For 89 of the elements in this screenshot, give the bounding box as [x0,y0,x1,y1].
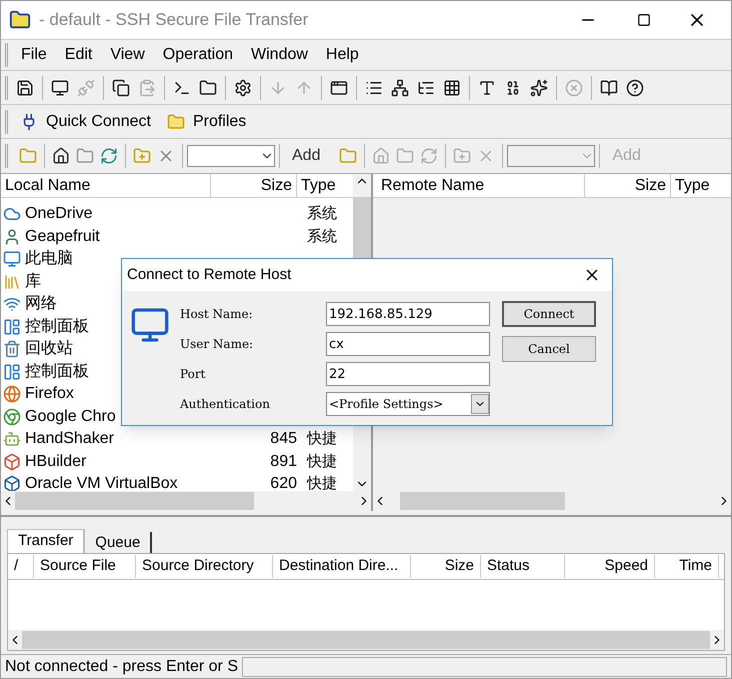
input-field[interactable]: 192.168.85.129 [326,302,490,326]
horizontal-scrollbar[interactable] [8,630,724,650]
menu-item[interactable]: File [12,43,56,67]
maximize-icon[interactable] [637,13,651,27]
file-size: 620 [270,474,297,491]
file-name[interactable]: 此电脑 [25,247,73,272]
text-icon[interactable] [478,78,496,96]
dialog-button[interactable]: Connect [502,301,596,327]
help-icon[interactable] [626,78,644,96]
input-field[interactable]: cx [326,332,490,356]
window-title: - default - SSH Secure File Transfer [39,9,308,32]
column-header[interactable]: Speed [565,555,655,578]
column-header[interactable]: Destination Dire... [273,555,411,578]
file-type: 系统 [307,226,337,246]
menu-item[interactable]: Edit [56,43,102,67]
input-field[interactable]: 22 [326,362,490,386]
path-dropdown[interactable] [187,145,275,167]
computer-icon [3,250,21,268]
file-name[interactable]: Oracle VM VirtualBox [25,472,178,491]
column-header[interactable]: Time [655,555,719,578]
user-icon [3,228,21,246]
column-header[interactable]: / [8,555,34,578]
dialog-button[interactable]: Cancel [502,336,596,362]
toolbar-button[interactable]: Quick Connect [12,110,159,134]
folder-icon [166,112,185,130]
save-icon[interactable] [16,78,34,96]
file-type: 快捷 [307,452,337,472]
column-header[interactable]: Type [671,174,731,197]
add-button[interactable]: Add [284,144,328,168]
column-header[interactable]: Status [481,555,565,578]
menu-item[interactable]: Operation [154,43,242,67]
field-label: User Name: [180,336,254,353]
column-header[interactable]: Source File [34,555,136,578]
file-name[interactable]: 控制面板 [25,314,89,339]
sparkle-icon[interactable] [530,78,548,96]
field-label: Port [180,366,206,383]
file-type: 快捷 [307,474,337,491]
grid-icon[interactable] [443,78,461,96]
file-type: 快捷 [307,429,337,449]
column-header[interactable]: Size [411,555,481,578]
robot-icon [3,430,21,448]
column-header[interactable]: Source Directory [136,555,273,578]
file-name[interactable]: 控制面板 [25,360,89,384]
file-name[interactable]: HBuilder [25,450,86,474]
network-icon [3,295,21,314]
file-name[interactable]: 库 [25,270,41,294]
file-size: 845 [270,429,297,450]
file-name[interactable]: Google Chro [25,404,116,429]
field-label: Authentication [180,396,271,413]
app-icon [9,9,31,31]
window-icon[interactable] [330,78,348,96]
trash-icon [3,340,21,358]
control-panel-icon [3,362,21,381]
settings-icon[interactable] [234,78,252,96]
toolbar-button[interactable]: Profiles [158,110,254,134]
column-header[interactable]: Type [297,174,353,197]
browser-icon [3,408,21,426]
book-icon[interactable] [600,78,618,96]
dialog-title: Connect to Remote Host [127,264,292,285]
select-field[interactable]: <Profile Settings> [326,392,490,416]
computer-icon[interactable] [51,78,69,96]
folder-icon[interactable] [199,78,217,96]
file-type: 系统 [307,204,337,224]
control-panel-icon [3,318,21,336]
menu-item[interactable]: Help [316,43,368,67]
app-icon [3,452,21,471]
column-header[interactable]: Remote Name [373,174,585,197]
file-name[interactable]: OneDrive [25,202,93,226]
column-header[interactable]: Local Name [1,174,211,197]
browser-icon [3,385,21,404]
menu-item[interactable]: Window [242,43,317,67]
box-icon [3,475,21,491]
menu-item[interactable]: View [101,43,154,67]
library-icon [3,272,21,291]
copy-icon[interactable] [112,78,130,96]
file-name[interactable]: Geapefruit [25,224,100,249]
status-text: Not connected - press Enter or S [4,656,239,676]
home-icon[interactable] [52,147,70,165]
file-name[interactable]: 网络 [25,292,57,316]
file-name[interactable]: 回收站 [25,337,73,362]
file-size: 891 [270,452,297,472]
tree-icon[interactable] [391,78,409,96]
tab[interactable]: Transfer [7,529,86,553]
column-header[interactable]: Size [585,174,671,197]
column-header[interactable]: Size [211,174,297,197]
refresh-icon[interactable] [100,147,118,165]
file-name[interactable]: HandShaker [25,427,114,452]
field-label: Host Name: [180,306,254,323]
file-name[interactable]: Firefox [25,382,74,406]
